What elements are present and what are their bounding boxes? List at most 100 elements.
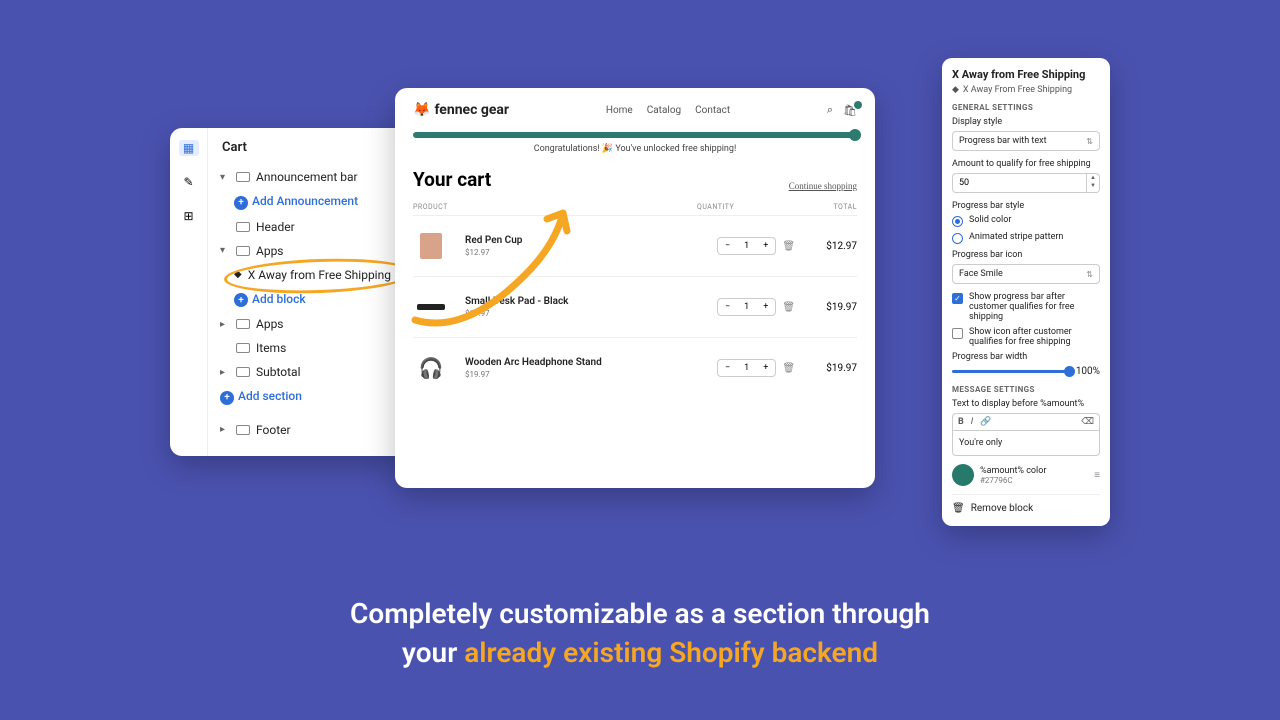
section-message: MESSAGE SETTINGS (952, 385, 1100, 394)
cart-badge-dot (854, 101, 862, 109)
qty-minus[interactable]: − (718, 299, 737, 315)
tree-apps[interactable]: ▾ Apps (216, 239, 406, 263)
product-name[interactable]: Red Pen Cup (465, 235, 707, 246)
plus-icon: + (220, 391, 234, 405)
row-total: $19.97 (813, 363, 857, 374)
brand-icon: 🦊 (413, 102, 430, 118)
tree-header[interactable]: Header (216, 215, 406, 239)
checkbox-show-icon[interactable]: Show icon after customer qualifies for f… (952, 327, 1100, 347)
slider-knob (1064, 366, 1075, 377)
nav-home[interactable]: Home (606, 105, 633, 116)
remove-block-button[interactable]: 🗑 Remove block (952, 494, 1100, 514)
tree-subtotal[interactable]: ▸ Subtotal (216, 360, 406, 384)
text-before-label: Text to display before %amount% (952, 399, 1100, 409)
sections-icon[interactable]: ▦ (179, 140, 199, 156)
nav-contact[interactable]: Contact (695, 105, 730, 116)
tree-title: Cart (216, 140, 406, 155)
store-tools: ⌕ 🛍 (827, 103, 857, 117)
app-block-icon: ◆ (952, 85, 959, 95)
caret-icon: ▾ (220, 245, 230, 256)
qty-plus[interactable]: + (756, 299, 775, 315)
number-spinner[interactable]: ▲▼ (1087, 173, 1100, 193)
progress-bar-icon-label: Progress bar icon (952, 250, 1100, 260)
apps-rail-icon[interactable]: ⊞ (179, 208, 199, 224)
cart-icon[interactable]: 🛍 (843, 104, 857, 117)
color-swatch (952, 464, 974, 486)
section-icon (236, 343, 250, 353)
width-slider[interactable] (952, 370, 1070, 373)
add-label: Add section (238, 389, 302, 403)
section-icon (236, 319, 250, 329)
checkbox-icon: ✓ (952, 293, 963, 304)
tree-announcement-bar[interactable]: ▾ Announcement bar (216, 165, 406, 189)
nav-catalog[interactable]: Catalog (647, 105, 681, 116)
trash-icon: 🗑 (952, 503, 965, 514)
progress-bar-icon-select[interactable]: Face Smile⇅ (952, 264, 1100, 284)
italic-icon[interactable]: I (971, 417, 973, 427)
caret-icon: ▸ (220, 424, 230, 435)
quantity-stepper[interactable]: −1+ (717, 359, 776, 377)
radio-icon (952, 233, 963, 244)
tree-apps-2[interactable]: ▸ Apps (216, 312, 406, 336)
tree-footer[interactable]: ▸ Footer (216, 418, 406, 442)
link-icon[interactable]: 🔗 (980, 417, 991, 427)
amount-input[interactable] (952, 173, 1087, 193)
bold-icon[interactable]: B (958, 417, 964, 427)
cart-row: Red Pen Cup$12.97 −1+ 🗑 $12.97 (413, 216, 857, 277)
qty-minus[interactable]: − (718, 360, 737, 376)
theme-settings-icon[interactable]: ✎ (179, 174, 199, 190)
col-quantity: QUANTITY (547, 203, 734, 211)
search-icon[interactable]: ⌕ (827, 103, 833, 117)
tree-label: Items (256, 341, 286, 355)
continue-shopping-link[interactable]: Continue shopping (789, 181, 857, 191)
qty-plus[interactable]: + (756, 360, 775, 376)
quantity-stepper[interactable]: −1+ (717, 237, 776, 255)
amount-color-setting[interactable]: %amount% color #27796C ≡ (952, 464, 1100, 486)
tagline-line-2a: your (402, 636, 464, 669)
add-label: Add Announcement (252, 194, 358, 208)
tree-items[interactable]: Items (216, 336, 406, 360)
section-general: GENERAL SETTINGS (952, 103, 1100, 112)
marketing-tagline: Completely customizable as a section thr… (0, 594, 1280, 672)
tree-add-block[interactable]: +Add block (216, 287, 406, 313)
tree-label: Apps (256, 317, 284, 331)
tree-add-announcement[interactable]: +Add Announcement (216, 189, 406, 215)
chevron-updown-icon: ⇅ (1086, 137, 1093, 146)
product-name[interactable]: Small Desk Pad - Black (465, 296, 707, 307)
tree-shipping-block[interactable]: ◆ X Away from Free Shipping (216, 263, 406, 287)
cart-columns-header: PRODUCT QUANTITY TOTAL (413, 197, 857, 216)
tree-label: X Away from Free Shipping (248, 268, 391, 282)
radio-solid-color[interactable]: Solid color (952, 215, 1100, 227)
tree-label: Footer (256, 423, 291, 437)
caret-icon: ▸ (220, 367, 230, 378)
qty-minus[interactable]: − (718, 238, 737, 254)
radio-animated-stripe[interactable]: Animated stripe pattern (952, 232, 1100, 244)
product-name[interactable]: Wooden Arc Headphone Stand (465, 357, 707, 368)
free-shipping-progress-bar (413, 132, 857, 138)
tree-add-section[interactable]: + Add section (216, 384, 406, 410)
qty-plus[interactable]: + (756, 238, 775, 254)
display-style-select[interactable]: Progress bar with text⇅ (952, 131, 1100, 151)
clear-format-icon[interactable]: ⌫ (1081, 417, 1094, 427)
product-price: $19.97 (465, 370, 707, 379)
add-label: Add block (252, 292, 306, 306)
trash-icon[interactable]: 🗑 (782, 363, 795, 374)
trash-icon[interactable]: 🗑 (782, 302, 795, 313)
color-options-icon[interactable]: ≡ (1094, 470, 1100, 481)
tagline-line-1: Completely customizable as a section thr… (0, 594, 1280, 633)
rte-content[interactable]: You're only (953, 431, 1099, 455)
rich-text-editor: B I 🔗 ⌫ You're only (952, 413, 1100, 456)
trash-icon[interactable]: 🗑 (782, 241, 795, 252)
qty-value: 1 (737, 238, 756, 254)
tree-label: Header (256, 220, 295, 234)
settings-title: X Away from Free Shipping (952, 68, 1100, 81)
amount-label: Amount to qualify for free shipping (952, 159, 1100, 169)
settings-subtitle: ◆X Away From Free Shipping (952, 85, 1100, 95)
storefront-preview: 🦊fennec gear Home Catalog Contact ⌕ 🛍 Co… (395, 88, 875, 488)
checkbox-show-progress-bar[interactable]: ✓Show progress bar after customer qualif… (952, 292, 1100, 322)
quantity-stepper[interactable]: −1+ (717, 298, 776, 316)
cart-row: 🎧 Wooden Arc Headphone Stand$19.97 −1+ 🗑… (413, 338, 857, 398)
product-price: $19.97 (465, 309, 707, 318)
editor-rail: ▦ ✎ ⊞ (170, 128, 208, 456)
store-brand[interactable]: 🦊fennec gear (413, 102, 509, 118)
